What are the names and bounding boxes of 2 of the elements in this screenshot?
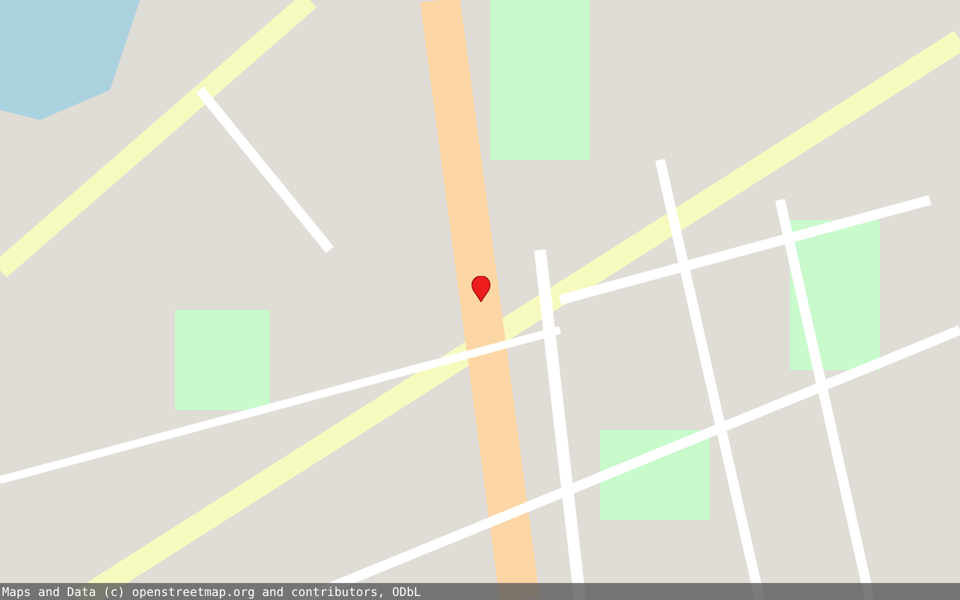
attribution-text: Maps and Data (c) openstreetmap.org and contributors, ODbL (2, 586, 422, 598)
map-pin-icon (471, 276, 491, 302)
